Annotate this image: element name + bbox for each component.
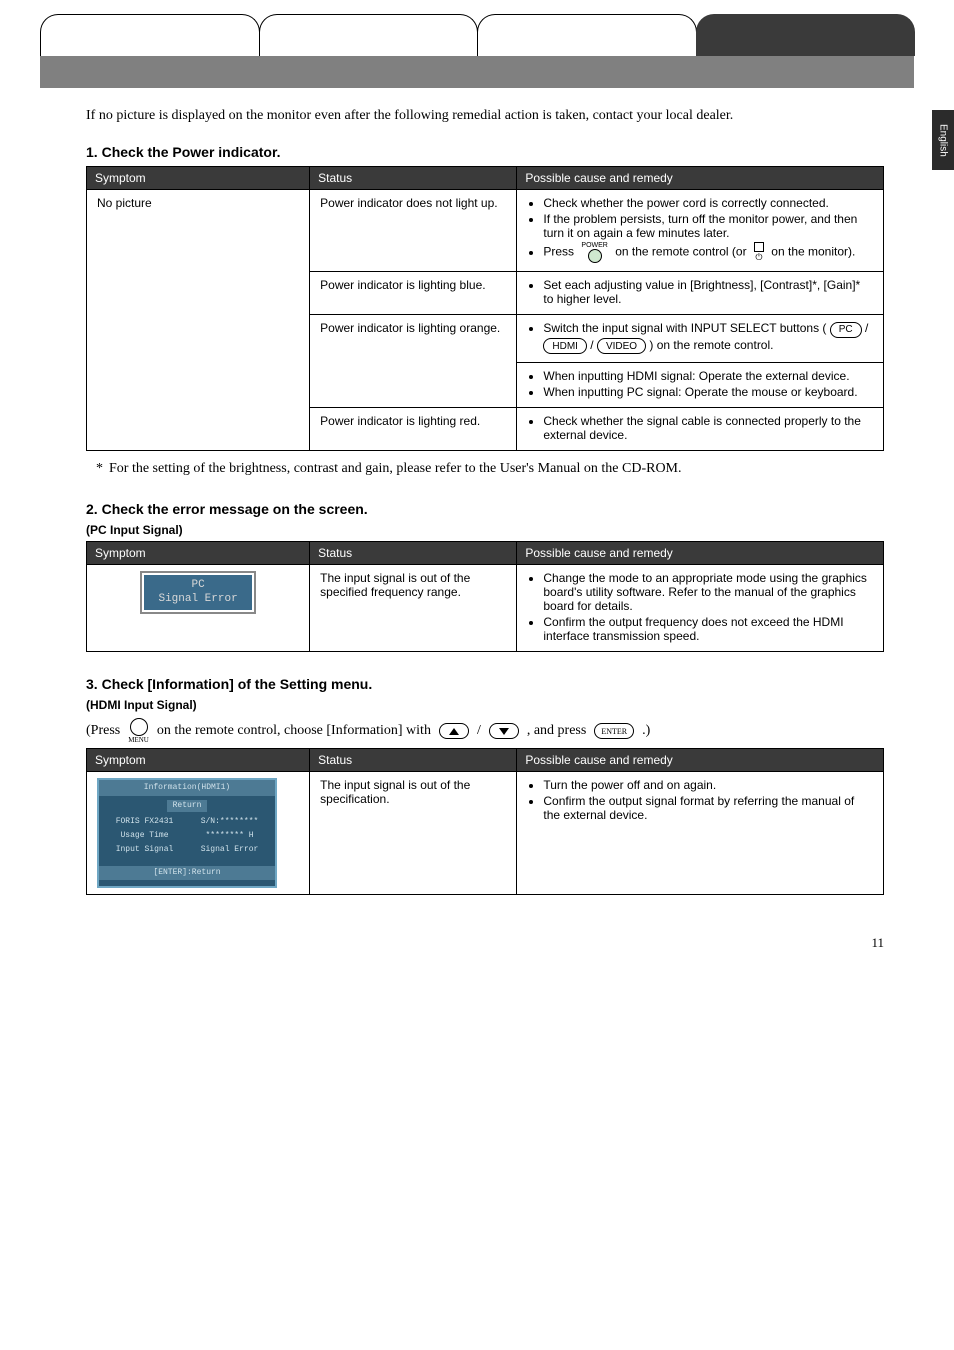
section3-heading: 3. Check [Information] of the Setting me… [86, 676, 884, 692]
t3-symptom: Information(HDMI1) Return FORIS FX2431 S… [87, 772, 310, 895]
t1-col-act: Possible cause and remedy [517, 167, 884, 190]
tab-2 [259, 14, 479, 56]
up-button-icon [439, 723, 469, 739]
t2-act: Change the mode to an appropriate mode u… [517, 565, 884, 652]
t1-r1-a3a: Press [543, 245, 574, 259]
table3-hdmi-info: Symptom Status Possible cause and remedy… [86, 748, 884, 895]
t1-r1-act: Check whether the power cord is correctl… [517, 190, 884, 272]
info-instruction-line: (Press MENU on the remote control, choos… [86, 718, 884, 744]
t1-r3-stat: Power indicator is lighting orange. [310, 315, 517, 408]
asterisk-icon: * [96, 461, 103, 477]
t2-stat: The input signal is out of the specified… [310, 565, 517, 652]
t3-a1: Turn the power off and on again. [543, 778, 873, 792]
t1-r3-a1: Switch the input signal with INPUT SELEC… [543, 321, 826, 335]
header-graybar [40, 56, 914, 88]
t3-a2: Confirm the output signal format by refe… [543, 794, 873, 822]
footnote: * For the setting of the brightness, con… [96, 461, 884, 477]
t1-r5-stat: Power indicator is lighting red. [310, 408, 517, 451]
table1-power-indicator: Symptom Status Possible cause and remedy… [86, 166, 884, 451]
t1-col-sym: Symptom [87, 167, 310, 190]
t1-r1-a3b: on the remote control (or [615, 245, 746, 259]
t1-r4-act: When inputting HDMI signal: Operate the … [517, 363, 884, 408]
t3-col-act: Possible cause and remedy [517, 749, 884, 772]
t1-r5-act: Check whether the signal cable is connec… [517, 408, 884, 451]
t1-r1-a1: Check whether the power cord is correctl… [543, 196, 873, 210]
t2-a2: Confirm the output frequency does not ex… [543, 615, 873, 643]
sect2-title: Check the error message on the screen. [102, 501, 368, 517]
hdmi-return: Return [167, 800, 208, 812]
hdmi-title: Information(HDMI1) [99, 780, 275, 796]
power-label: POWER [581, 242, 607, 249]
hdmi-r1b: S/N:******** [190, 816, 269, 828]
t1-r1-a3: Press POWER on the remote control (or ⏻ … [543, 242, 873, 263]
power-led-icon: POWER [581, 242, 607, 263]
t2-col-sym: Symptom [87, 542, 310, 565]
t1-r1-a3c: on the monitor). [771, 245, 855, 259]
t2-col-stat: Status [310, 542, 517, 565]
t3-stat: The input signal is out of the specifica… [310, 772, 517, 895]
sect3-sub: (HDMI Input Signal) [86, 698, 884, 712]
section1-heading: 1. Check the Power indicator. [86, 144, 884, 160]
table2-pc-signal: Symptom Status Possible cause and remedy… [86, 541, 884, 652]
t1-r1-a2: If the problem persists, turn off the mo… [543, 212, 873, 240]
il-c: / [477, 723, 481, 739]
pc-button: PC [830, 322, 862, 338]
hdmi-r1a: FORIS FX2431 [105, 816, 184, 828]
t1-r2-stat: Power indicator is lighting blue. [310, 272, 517, 315]
sect2-num: 2. [86, 501, 98, 517]
t2-a1: Change the mode to an appropriate mode u… [543, 571, 873, 613]
tab-3 [477, 14, 697, 56]
header-tabs [40, 14, 914, 56]
t1-r4-a1: When inputting HDMI signal: Operate the … [543, 369, 873, 383]
t1-r2-act: Set each adjusting value in [Brightness]… [517, 272, 884, 315]
il-a: (Press [86, 723, 120, 739]
enter-button-icon: ENTER [594, 723, 634, 739]
t1-r4-a2: When inputting PC signal: Operate the mo… [543, 385, 873, 399]
page-number: 11 [0, 935, 884, 951]
menu-label: MENU [128, 736, 149, 744]
il-b: on the remote control, choose [Informati… [157, 723, 431, 739]
hdmi-r2a: Usage Time [105, 830, 184, 842]
tab-4-active [696, 14, 916, 56]
t1-symptom: No picture [87, 190, 310, 451]
hdmi-info-menu: Information(HDMI1) Return FORIS FX2431 S… [97, 778, 277, 888]
t2-symptom: PC Signal Error [87, 565, 310, 652]
tab-1 [40, 14, 260, 56]
intro-text: If no picture is displayed on the monito… [86, 108, 884, 124]
il-d: , and press [527, 723, 587, 739]
section2-heading: 2. Check the error message on the screen… [86, 501, 884, 517]
hdmi-r2b: ******** H [190, 830, 269, 842]
hdmi-r3b: Signal Error [190, 844, 269, 856]
hdmi-button: HDMI [543, 338, 587, 354]
language-sidetab: English [932, 110, 954, 170]
t2-col-act: Possible cause and remedy [517, 542, 884, 565]
t3-col-stat: Status [310, 749, 517, 772]
power-button-icon: ⏻ [754, 242, 764, 263]
sect1-num: 1. [86, 144, 98, 160]
t3-col-sym: Symptom [87, 749, 310, 772]
menu-button-icon [130, 718, 148, 736]
il-e: .) [642, 723, 650, 739]
sect1-title: Check the Power indicator. [102, 144, 281, 160]
t1-r3-a2: ) on the remote control. [649, 338, 773, 352]
sect3-title: Check [Information] of the Setting menu. [102, 676, 373, 692]
t1-col-stat: Status [310, 167, 517, 190]
t1-r1-stat: Power indicator does not light up. [310, 190, 517, 272]
video-button: VIDEO [597, 338, 646, 354]
pc-signal-error-box: PC Signal Error [140, 571, 255, 614]
footnote-text: For the setting of the brightness, contr… [109, 461, 682, 477]
hdmi-r3a: Input Signal [105, 844, 184, 856]
sect2-sub: (PC Input Signal) [86, 523, 884, 537]
t1-r3-act: Switch the input signal with INPUT SELEC… [517, 315, 884, 363]
down-button-icon [489, 723, 519, 739]
hdmi-foot: [ENTER]:Return [99, 866, 275, 880]
t3-act: Turn the power off and on again. Confirm… [517, 772, 884, 895]
sect3-num: 3. [86, 676, 98, 692]
